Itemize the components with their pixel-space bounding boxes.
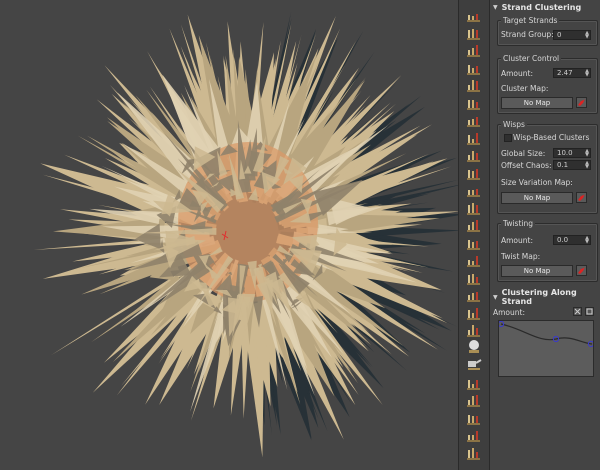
rollout-title: Strand Clustering [501, 2, 582, 12]
wisp-based-checkbox[interactable] [504, 134, 512, 142]
strand-group-spinner[interactable]: 0 ▲ ▼ [553, 30, 591, 40]
offset-chaos-spinner[interactable]: 0.1 ▲ ▼ [553, 160, 591, 170]
group-title: Target Strands [501, 16, 560, 25]
strand-group-label: Strand Group: [501, 30, 554, 39]
spinner-value: 2.47 [557, 69, 573, 77]
twist-amount-spinner[interactable]: 0.0 ▲ ▼ [553, 235, 591, 245]
global-size-spinner[interactable]: 10.0 ▲ ▼ [553, 148, 591, 158]
size-variation-map-button[interactable]: No Map [501, 192, 573, 204]
rollout-strand-clustering[interactable]: ▼ Strand Clustering [490, 0, 600, 14]
group-target-strands: Target Strands Strand Group: 0 ▲ ▼ [497, 16, 598, 46]
window-icon [586, 308, 593, 315]
group-twisting: Twisting Amount: 0.0 ▲ ▼ Twist Map: No Ma… [497, 219, 598, 282]
command-panel: ▼ Strand Clustering Target Strands Stran… [490, 0, 600, 470]
group-title: Twisting [501, 219, 536, 228]
spinner-value: 0 [557, 31, 562, 39]
strand-icon[interactable] [464, 442, 484, 462]
offset-chaos-label: Offset Chaos: [501, 161, 552, 170]
spinner-arrows-icon[interactable]: ▲ ▼ [585, 236, 589, 245]
group-cluster-control: Cluster Control Amount: 2.47 ▲ ▼ Cluster … [497, 54, 598, 114]
twist-map-pick-button[interactable] [576, 265, 587, 276]
hair-render [33, 11, 458, 458]
along-amount-label: Amount: [493, 308, 525, 317]
group-title: Wisps [501, 120, 527, 129]
collapse-triangle-icon: ▼ [493, 3, 498, 11]
cluster-amount-label: Amount: [501, 69, 533, 78]
spinner-arrows-icon[interactable]: ▲ ▼ [585, 161, 589, 170]
map-pick-icon [578, 99, 585, 106]
cluster-map-label: Cluster Map: [501, 84, 549, 93]
expand-icon [574, 308, 581, 315]
spinner-value: 10.0 [557, 149, 573, 157]
group-wisps: Wisps Wisp-Based Clusters Global Size: 1… [497, 120, 598, 214]
twist-amount-label: Amount: [501, 236, 533, 245]
hair-viewport[interactable] [0, 0, 458, 470]
size-map-pick-button[interactable] [576, 192, 587, 203]
curve-window-button[interactable] [585, 307, 594, 316]
group-title: Cluster Control [501, 54, 562, 63]
tool-strip [458, 0, 490, 470]
spinner-value: 0.0 [557, 236, 569, 244]
spinner-arrows-icon[interactable]: ▲ ▼ [585, 149, 589, 158]
size-variation-map-label: Size Variation Map: [501, 178, 573, 187]
map-pick-icon [578, 194, 585, 201]
twist-map-label: Twist Map: [501, 252, 541, 261]
clustering-curve-graph[interactable] [497, 320, 595, 377]
curve-fit-button[interactable] [573, 307, 582, 316]
twist-map-button[interactable]: No Map [501, 265, 573, 277]
rollout-clustering-along-strand[interactable]: ▼ Clustering Along Strand [490, 288, 600, 306]
spinner-value: 0.1 [557, 161, 569, 169]
collapse-triangle-icon: ▼ [493, 293, 498, 301]
cluster-amount-spinner[interactable]: 2.47 ▲ ▼ [553, 68, 591, 78]
map-pick-icon [578, 267, 585, 274]
spinner-arrows-icon[interactable]: ▲ ▼ [585, 31, 589, 40]
wisp-based-label: Wisp-Based Clusters [513, 133, 590, 142]
curve-line [500, 323, 593, 345]
global-size-label: Global Size: [501, 149, 546, 158]
rollout-title: Clustering Along Strand [501, 288, 577, 306]
spinner-arrows-icon[interactable]: ▲ ▼ [585, 69, 589, 78]
curve-plot [497, 320, 595, 348]
cluster-map-button[interactable]: No Map [501, 97, 573, 109]
cluster-map-pick-button[interactable] [576, 97, 587, 108]
